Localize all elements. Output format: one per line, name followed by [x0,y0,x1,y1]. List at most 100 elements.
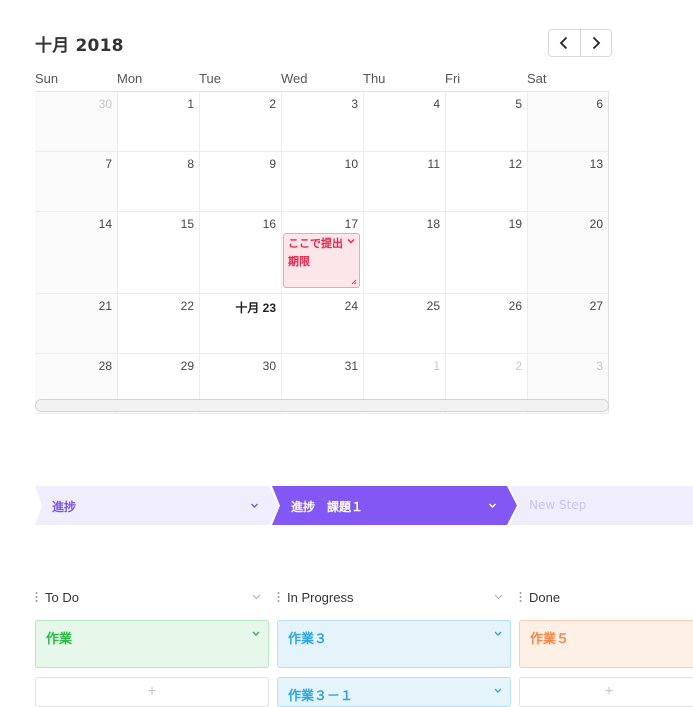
add-card-button[interactable]: + [519,677,693,707]
day-number: 17 [344,217,358,231]
calendar-nav [548,29,612,57]
day-number: 5 [515,97,522,111]
day-number: 4 [433,97,440,111]
chevron-down-icon[interactable] [494,631,502,637]
day-cell[interactable]: 12 [445,152,527,212]
column-header-todo: To Do [35,589,268,607]
weekday-tue: Tue [199,71,221,86]
day-cell[interactable]: 5 [445,92,527,152]
day-cell[interactable]: 4 [363,92,445,152]
day-number: 1 [433,359,440,373]
prev-month-button[interactable] [549,30,580,56]
drag-handle-icon[interactable] [35,591,38,603]
day-cell[interactable]: 21 [35,294,117,354]
horizontal-scrollbar[interactable] [35,399,609,412]
day-number: 2 [515,359,522,373]
day-cell[interactable]: 22 [117,294,199,354]
calendar-event[interactable]: ここで提出 期限 [283,233,360,288]
task-title: 作業３ [288,632,328,647]
day-cell[interactable]: 7 [35,152,117,212]
day-cell[interactable]: 30 [35,92,117,152]
day-cell[interactable]: 2 [199,92,281,152]
day-cell[interactable]: 13 [527,152,608,212]
day-number: 15 [180,217,194,231]
day-number: 3 [351,97,358,111]
day-cell[interactable]: 20 [527,212,608,294]
day-number: 29 [180,359,194,373]
day-number: 十月 23 [235,301,276,315]
day-number: 30 [98,97,112,111]
day-number: 2 [269,97,276,111]
chevron-down-icon[interactable] [252,631,260,637]
path-step-current[interactable]: 進捗 課題１ [272,486,517,525]
day-cell[interactable]: 27 [527,294,608,354]
chevron-down-icon[interactable] [252,594,261,600]
day-number: 24 [344,299,358,313]
column-title: To Do [45,590,79,605]
plus-icon: + [147,683,157,700]
path-step-new[interactable]: New Step [510,486,693,525]
task-title: 作業５ [530,632,570,647]
chevron-down-icon[interactable] [494,594,503,600]
day-cell[interactable]: 9 [199,152,281,212]
chevron-down-icon [489,503,496,508]
day-number: 8 [187,157,194,171]
day-number: 28 [98,359,112,373]
day-number: 1 [187,97,194,111]
drag-handle-icon[interactable] [277,591,280,603]
day-number: 20 [589,217,603,231]
day-number: 30 [262,359,276,373]
chevron-left-icon [559,36,568,50]
plus-icon: + [604,683,614,700]
day-number: 3 [596,359,603,373]
task-card[interactable]: 作業３－１ [277,677,511,707]
day-cell[interactable]: 19 [445,212,527,294]
day-cell[interactable]: 24 [281,294,363,354]
day-number: 27 [589,299,603,313]
day-cell[interactable]: 14 [35,212,117,294]
add-card-button[interactable]: + [35,677,269,707]
day-cell[interactable]: 6 [527,92,608,152]
day-cell[interactable]: 1 [117,92,199,152]
weekday-sat: Sat [527,71,547,86]
path-step-label: New Step [529,498,587,512]
day-number: 7 [105,157,112,171]
day-cell[interactable]: 15 [117,212,199,294]
weekday-sun: Sun [35,71,59,86]
day-cell[interactable]: 3 [281,92,363,152]
weekday-mon: Mon [117,71,143,86]
path-step-complete[interactable]: 進捗 [35,486,279,525]
day-cell[interactable]: 18 [363,212,445,294]
drag-handle-icon[interactable] [519,591,522,603]
task-title: 作業 [46,632,73,647]
column-header-done: Done [519,589,693,607]
day-cell[interactable]: 25 [363,294,445,354]
day-number: 22 [180,299,194,313]
day-number: 14 [98,217,112,231]
day-cell[interactable]: 26 [445,294,527,354]
task-card[interactable]: 作業３ [277,620,511,668]
column-header-in-progress: In Progress [277,589,510,607]
path-step-label: 進捗 [52,500,77,514]
column-title: In Progress [287,590,354,605]
chevron-down-icon[interactable] [347,237,355,245]
day-number: 9 [269,157,276,171]
weekday-wed: Wed [281,71,308,86]
next-month-button[interactable] [579,30,612,56]
day-cell[interactable]: 16 [199,212,281,294]
column-title: Done [529,590,561,605]
day-number: 21 [98,299,112,313]
day-cell[interactable]: 8 [117,152,199,212]
day-number: 10 [344,157,358,171]
day-number: 19 [508,217,522,231]
chevron-down-icon[interactable] [494,688,502,694]
day-cell[interactable]: 10 [281,152,363,212]
task-card[interactable]: 作業 [35,620,269,668]
day-cell[interactable]: 11 [363,152,445,212]
resize-grip-icon[interactable] [351,279,357,285]
today-cell[interactable]: 十月 23 [199,294,281,354]
task-title: 作業３－１ [288,689,354,704]
day-number: 18 [426,217,440,231]
weekday-fri: Fri [445,71,461,86]
task-card[interactable]: 作業５ [519,620,693,668]
